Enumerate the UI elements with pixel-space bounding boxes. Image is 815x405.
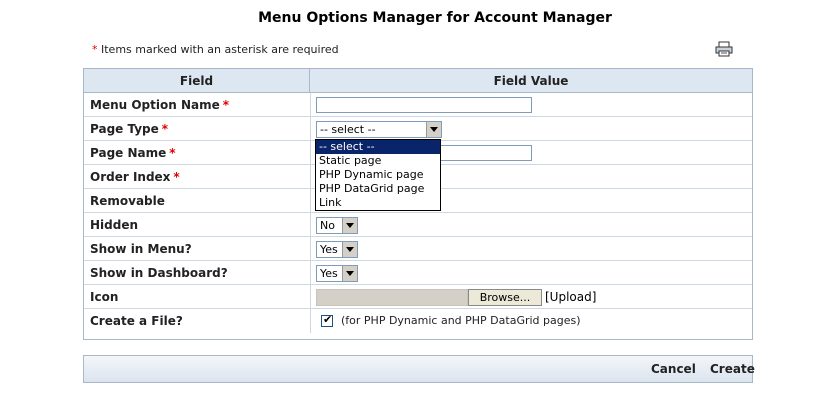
dropdown-option[interactable]: -- select -- <box>316 140 440 154</box>
cancel-button[interactable]: Cancel <box>651 356 696 383</box>
dropdown-arrow-icon[interactable] <box>342 242 357 257</box>
row-show-in-dashboard: Show in Dashboard? Yes <box>84 261 752 285</box>
create-file-note: (for PHP Dynamic and PHP DataGrid pages) <box>341 314 581 327</box>
dropdown-option[interactable]: PHP Dynamic page <box>316 168 440 182</box>
show-in-dashboard-selected-value: Yes <box>320 267 338 280</box>
create-file-label: Create a File? <box>90 314 183 328</box>
page-type-label: Page Type * <box>90 122 169 136</box>
page-type-select[interactable]: -- select -- <box>316 121 442 138</box>
upload-link[interactable]: [Upload] <box>545 285 596 309</box>
column-header-field: Field <box>84 69 310 93</box>
dropdown-option[interactable]: PHP DataGrid page <box>316 182 440 196</box>
menu-option-name-label: Menu Option Name * <box>90 98 230 112</box>
show-in-menu-select[interactable]: Yes <box>316 241 358 258</box>
page-name-label: Page Name * <box>90 146 176 160</box>
create-button[interactable]: Create <box>710 356 755 383</box>
row-page-type: Page Type * -- select -- <box>84 117 752 141</box>
dropdown-arrow-icon[interactable] <box>426 122 441 137</box>
hidden-select[interactable]: No <box>316 217 358 234</box>
show-in-dashboard-select[interactable]: Yes <box>316 265 358 282</box>
removable-label: Removable <box>90 194 165 208</box>
dropdown-arrow-icon[interactable] <box>342 218 357 233</box>
row-create-file: Create a File? (for PHP Dynamic and PHP … <box>84 309 752 333</box>
hidden-selected-value: No <box>320 219 335 232</box>
footer-button-bar: Cancel Create <box>83 355 755 383</box>
dropdown-option[interactable]: Link <box>316 196 440 210</box>
row-icon: Icon Browse... [Upload] <box>84 285 752 309</box>
column-header-field-value: Field Value <box>310 69 752 93</box>
required-note-text: Items marked with an asterisk are requir… <box>101 43 339 56</box>
browse-button[interactable]: Browse... <box>468 289 542 306</box>
create-file-checkbox[interactable] <box>321 313 333 327</box>
hidden-label: Hidden <box>90 218 139 232</box>
order-index-label: Order Index * <box>90 170 180 184</box>
dropdown-option[interactable]: Static page <box>316 154 440 168</box>
page-type-selected-value: -- select -- <box>320 123 376 136</box>
page-type-dropdown-list: -- select -- Static page PHP Dynamic pag… <box>315 139 441 211</box>
menu-option-name-input[interactable] <box>316 97 532 113</box>
required-note: * Items marked with an asterisk are requ… <box>92 43 339 56</box>
dropdown-arrow-icon[interactable] <box>342 266 357 281</box>
show-in-dashboard-label: Show in Dashboard? <box>90 266 228 280</box>
required-asterisk: * <box>92 43 98 56</box>
row-hidden: Hidden No <box>84 213 752 237</box>
page-title: Menu Options Manager for Account Manager <box>258 10 612 26</box>
icon-label: Icon <box>90 290 119 304</box>
printer-icon[interactable] <box>714 41 734 57</box>
show-in-menu-label: Show in Menu? <box>90 242 192 256</box>
show-in-menu-selected-value: Yes <box>320 243 338 256</box>
row-menu-option-name: Menu Option Name * <box>84 93 752 117</box>
icon-file-input[interactable] <box>316 289 468 306</box>
row-show-in-menu: Show in Menu? Yes <box>84 237 752 261</box>
